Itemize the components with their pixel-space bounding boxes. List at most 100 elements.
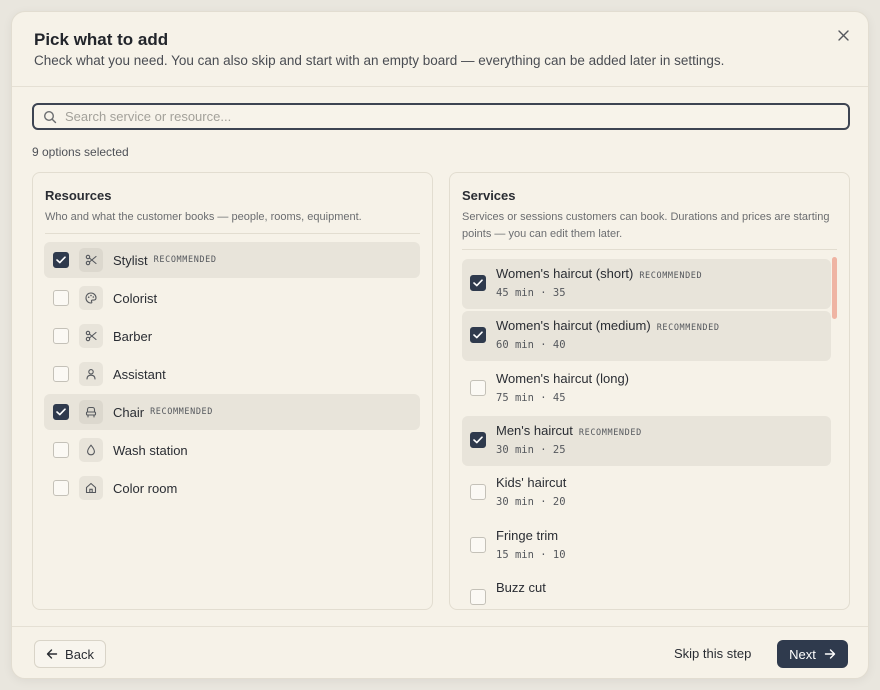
check-icon — [56, 256, 66, 264]
resource-item-wash-station[interactable]: Wash station — [44, 432, 420, 468]
droplet-icon — [79, 438, 103, 462]
recommended-badge: RECOMMENDED — [150, 407, 213, 417]
service-label: Women's haircut (short) — [496, 266, 634, 281]
resources-header: Resources Who and what the customer book… — [45, 173, 420, 234]
check-icon — [473, 331, 483, 339]
recommended-badge: RECOMMENDED — [656, 323, 720, 333]
selected-count: 9 options selected — [32, 145, 129, 159]
search-input[interactable] — [65, 109, 848, 124]
recommended-badge: RECOMMENDED — [153, 255, 217, 265]
service-item[interactable]: Women's haircut (short) RECOMMENDED 45 mi… — [462, 259, 831, 309]
service-meta: 30 min · 20 — [496, 496, 566, 508]
service-item[interactable]: Women's haircut (medium) RECOMMENDED 60 m… — [462, 311, 831, 361]
close-button[interactable] — [833, 25, 853, 45]
service-item[interactable]: Kids' haircut 30 min · 20 — [462, 468, 831, 518]
checkbox[interactable] — [53, 290, 69, 306]
resource-item-color-room[interactable]: Color room — [44, 470, 420, 506]
service-name-line: Kids' haircut — [496, 475, 566, 490]
service-label: Women's haircut (long) — [496, 371, 630, 386]
service-meta: 75 min · 45 — [496, 392, 566, 404]
service-meta: 30 min · 25 — [496, 444, 566, 456]
resource-label: Assistant — [113, 366, 166, 382]
person-icon — [79, 362, 103, 386]
pick-what-to-add-dialog: Pick what to add Check what you need. Yo… — [11, 11, 869, 679]
recommended-badge: RECOMMENDED — [578, 428, 642, 438]
skip-button[interactable]: Skip this step — [674, 646, 751, 661]
scissors-icon — [79, 248, 103, 272]
chair-icon — [79, 400, 103, 424]
palette-icon — [79, 286, 103, 310]
service-name-line: Fringe trim — [496, 528, 558, 543]
back-button[interactable]: Back — [34, 640, 106, 668]
service-label: Women's haircut (medium) — [496, 318, 651, 333]
resource-item-stylist[interactable]: Stylist RECOMMENDED — [44, 242, 420, 278]
service-label: Men's haircut — [496, 423, 573, 438]
service-item[interactable]: Men's haircut RECOMMENDED 30 min · 25 — [462, 416, 831, 466]
dialog-footer: Back Skip this step Next — [12, 626, 868, 678]
checkbox[interactable] — [53, 404, 69, 420]
next-button[interactable]: Next — [777, 640, 848, 668]
checkbox[interactable] — [470, 275, 486, 291]
checkbox[interactable] — [53, 442, 69, 458]
home-icon — [79, 476, 103, 500]
service-item[interactable]: Fringe trim 15 min · 10 — [462, 521, 831, 571]
resources-title: Resources — [45, 188, 112, 203]
dialog-title: Pick what to add — [34, 30, 169, 49]
checkbox[interactable] — [53, 366, 69, 382]
checkbox[interactable] — [470, 432, 486, 448]
service-name-line: Women's haircut (medium) RECOMMENDED — [496, 318, 720, 333]
checkbox[interactable] — [470, 380, 486, 396]
service-name-line: Women's haircut (long) — [496, 371, 629, 386]
service-item[interactable]: Buzz cut — [462, 573, 831, 609]
resource-label: Chair — [113, 404, 145, 420]
resources-panel: Resources Who and what the customer book… — [32, 172, 433, 610]
resource-item-barber[interactable]: Barber — [44, 318, 420, 354]
resource-item-assistant[interactable]: Assistant — [44, 356, 420, 392]
check-icon — [473, 436, 483, 444]
checkbox[interactable] — [470, 537, 486, 553]
recommended-badge: RECOMMENDED — [639, 271, 703, 281]
arrow-right-icon — [824, 649, 836, 659]
service-item[interactable]: Women's haircut (long) 75 min · 45 — [462, 364, 831, 414]
checkbox[interactable] — [53, 328, 69, 344]
resource-label: Wash station — [113, 442, 188, 458]
check-icon — [473, 279, 483, 287]
back-label: Back — [65, 646, 94, 662]
close-icon — [837, 29, 849, 41]
services-list[interactable]: Women's haircut (short) RECOMMENDED 45 mi… — [450, 257, 849, 609]
arrow-left-icon — [46, 649, 58, 659]
resource-label: Color room — [113, 480, 178, 496]
service-label: Fringe trim — [496, 528, 559, 543]
services-panel: Services Services or sessions customers … — [449, 172, 850, 610]
service-meta: 15 min · 10 — [496, 549, 566, 561]
resource-label: Colorist — [113, 290, 158, 306]
services-title: Services — [462, 188, 516, 203]
resources-description: Who and what the customer books — people… — [45, 211, 362, 223]
service-meta: 60 min · 40 — [496, 339, 566, 351]
dialog-header: Pick what to add Check what you need. Yo… — [12, 12, 868, 87]
service-name-line: Women's haircut (short) RECOMMENDED — [496, 266, 702, 281]
resource-label: Stylist — [113, 252, 148, 268]
check-icon — [56, 408, 66, 416]
checkbox[interactable] — [53, 252, 69, 268]
service-name-line: Men's haircut RECOMMENDED — [496, 423, 642, 438]
service-name-line: Buzz cut — [496, 580, 546, 595]
scissors-icon — [79, 324, 103, 348]
service-label: Buzz cut — [496, 580, 546, 595]
next-label: Next — [789, 646, 816, 662]
search-icon — [43, 110, 57, 124]
checkbox[interactable] — [470, 589, 486, 605]
checkbox[interactable] — [470, 327, 486, 343]
resource-item-colorist[interactable]: Colorist — [44, 280, 420, 316]
services-header: Services Services or sessions customers … — [462, 173, 837, 250]
resource-label: Barber — [113, 328, 153, 344]
search-field[interactable] — [32, 103, 850, 130]
service-label: Kids' haircut — [496, 475, 567, 490]
services-description: Services or sessions customers can book.… — [462, 211, 830, 240]
services-scrollbar[interactable] — [832, 257, 837, 319]
service-meta: 45 min · 35 — [496, 287, 566, 299]
checkbox[interactable] — [470, 484, 486, 500]
resource-item-chair[interactable]: Chair RECOMMENDED — [44, 394, 420, 430]
dialog-subtitle: Check what you need. You can also skip a… — [34, 53, 725, 68]
checkbox[interactable] — [53, 480, 69, 496]
